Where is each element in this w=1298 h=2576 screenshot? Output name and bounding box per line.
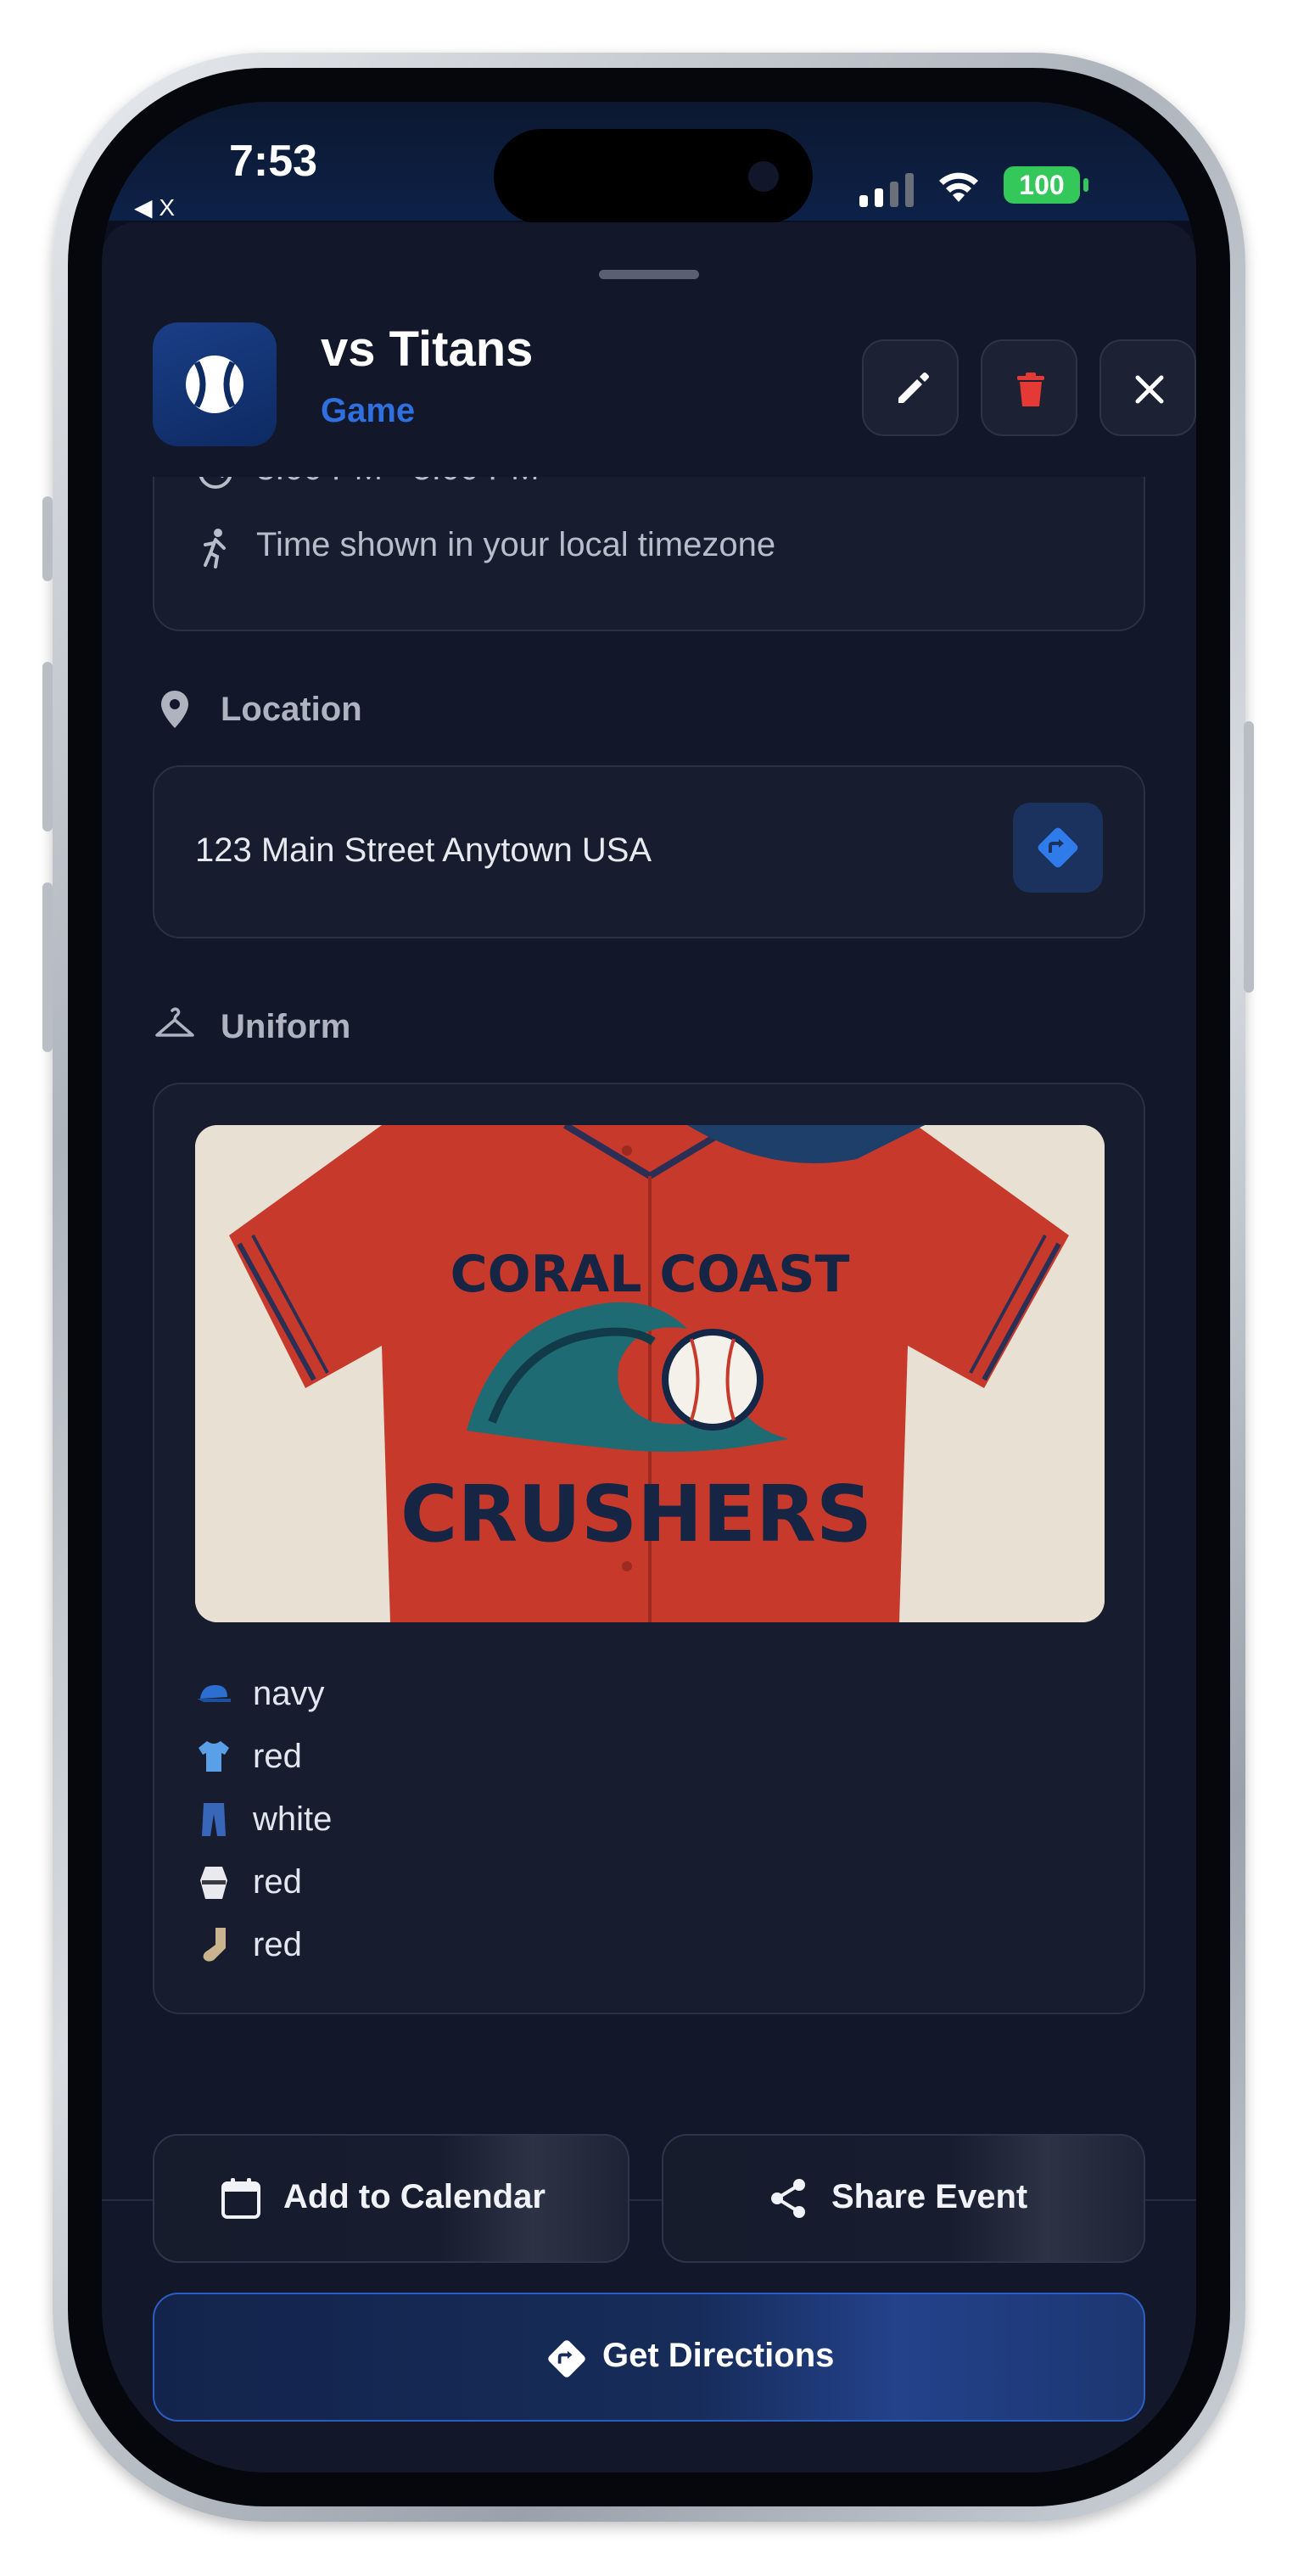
sheet-header: vs Titans Game (102, 299, 1196, 477)
side-button-volume-down (42, 882, 53, 1052)
side-button-action (42, 496, 53, 581)
status-time: 7:53 (229, 137, 318, 186)
battery-indicator: 100 (1004, 166, 1080, 204)
time-range: 3:00 PM - 5:00 PM (256, 477, 539, 488)
back-to-app-link[interactable]: ◀ X (134, 193, 175, 221)
cap-icon (197, 1685, 231, 1702)
trash-icon (1017, 372, 1044, 406)
dynamic-island (494, 129, 813, 224)
share-event-label: Share Event (831, 2178, 1028, 2215)
hanger-icon (155, 1007, 194, 1037)
cellular-signal-icon (859, 173, 919, 207)
time-card: 3:00 PM - 5:00 PM Time shown in your loc… (153, 477, 1145, 631)
status-bar: 7:53 ◀ X 100 (102, 102, 1196, 224)
clock-icon (199, 477, 232, 489)
delete-button[interactable] (981, 339, 1077, 436)
edit-icon (898, 372, 929, 403)
walking-person-icon (204, 529, 226, 568)
get-directions-button[interactable]: Get Directions (153, 2293, 1145, 2422)
scroll-content[interactable]: 3:00 PM - 5:00 PM Time shown in your loc… (102, 477, 1196, 2047)
timezone-note: Time shown in your local timezone (256, 526, 776, 563)
location-heading: Location (221, 691, 362, 728)
uniform-item-label: red (253, 1926, 302, 1963)
directions-icon (1038, 827, 1078, 868)
location-card[interactable]: 123 Main Street Anytown USA (153, 765, 1145, 938)
uniform-item-label: red (253, 1738, 302, 1775)
side-button-volume-up (42, 662, 53, 832)
calendar-icon (221, 2178, 260, 2219)
jersey-text-top: CORAL COAST (450, 1245, 850, 1304)
sock-icon (203, 1928, 226, 1962)
event-type-label: Game (321, 392, 416, 429)
event-type-badge (153, 322, 277, 446)
location-pin-icon (161, 691, 188, 728)
location-address[interactable]: 123 Main Street Anytown USA (195, 832, 652, 870)
jersey-text-bottom: CRUSHERS (400, 1469, 872, 1560)
uniform-heading: Uniform (221, 1008, 351, 1045)
battery-tip (1083, 178, 1088, 192)
phone-bezel: 7:53 ◀ X 100 vs Titans Game Time shown i… (68, 68, 1230, 2506)
baseball-icon (186, 356, 243, 413)
uniform-card: CORAL COAST CRUSHERS navy red white red … (153, 1083, 1145, 2014)
side-button-power (1244, 721, 1254, 993)
share-icon (771, 2179, 805, 2218)
shirt-icon (199, 1741, 229, 1772)
wifi-icon (939, 172, 978, 202)
uniform-photo[interactable]: CORAL COAST CRUSHERS (195, 1125, 1105, 1622)
share-event-button[interactable]: Share Event (662, 2134, 1145, 2263)
uniform-item-label: navy (253, 1675, 325, 1712)
add-to-calendar-label: Add to Calendar (283, 2178, 545, 2215)
close-icon (1135, 375, 1164, 404)
pants-icon (202, 1803, 226, 1836)
jersey-illustration: CORAL COAST CRUSHERS (195, 1125, 1105, 1622)
screen: 7:53 ◀ X 100 vs Titans Game Time shown i… (102, 102, 1196, 2472)
belt-icon (200, 1867, 227, 1899)
uniform-item-label: red (253, 1863, 302, 1901)
open-directions-button[interactable] (1013, 803, 1103, 893)
sheet-grabber[interactable] (599, 270, 699, 279)
add-to-calendar-button[interactable]: Add to Calendar (153, 2134, 629, 2263)
uniform-item-label: white (253, 1800, 333, 1838)
event-title: vs Titans (321, 322, 534, 377)
close-button[interactable] (1099, 339, 1196, 436)
front-camera (748, 161, 779, 192)
directions-icon (548, 2340, 585, 2377)
get-directions-label: Get Directions (602, 2337, 835, 2374)
edit-button[interactable] (862, 339, 959, 436)
